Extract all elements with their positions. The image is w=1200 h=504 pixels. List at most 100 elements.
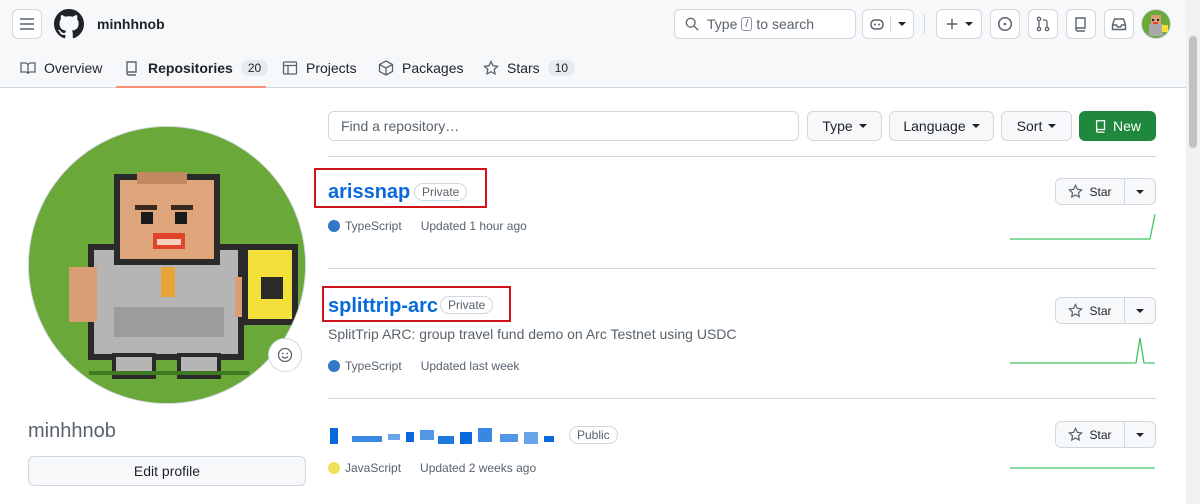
search-icon: [685, 17, 699, 31]
tab-repositories[interactable]: Repositories 20: [124, 48, 269, 88]
header-username[interactable]: minhhnob: [97, 16, 165, 32]
menu-button[interactable]: [12, 9, 42, 39]
github-logo-icon[interactable]: [54, 9, 84, 44]
create-new-button[interactable]: [936, 9, 982, 39]
repositories-button[interactable]: [1066, 9, 1096, 39]
star-icon: [483, 60, 499, 76]
tab-overview[interactable]: Overview: [20, 48, 102, 88]
repo-meta: TypeScript Updated 1 hour ago: [328, 219, 527, 233]
tab-label: Overview: [44, 60, 103, 76]
chevron-down-icon[interactable]: [891, 22, 913, 26]
chevron-down-icon: [971, 124, 980, 128]
table-icon: [282, 60, 298, 76]
plus-icon: [945, 17, 959, 31]
repo-meta: JavaScript Updated 2 weeks ago: [328, 461, 536, 475]
type-filter-button[interactable]: Type: [807, 111, 882, 141]
chevron-down-icon: [1048, 124, 1057, 128]
smiley-icon: [277, 347, 293, 363]
divider: [328, 156, 1156, 157]
repo-icon: [1094, 119, 1108, 133]
repo-icon: [124, 60, 140, 76]
find-repository-input[interactable]: Find a repository…: [328, 111, 799, 141]
star-label: Star: [1089, 184, 1112, 199]
repo-language: JavaScript: [345, 461, 402, 475]
git-pull-request-icon: [1035, 16, 1051, 32]
tab-label: Packages: [402, 60, 464, 76]
star-icon: [1068, 427, 1084, 442]
repositories-count: 20: [240, 60, 269, 76]
pull-requests-button[interactable]: [1028, 9, 1058, 39]
language-color-dot: [328, 360, 340, 372]
inbox-button[interactable]: [1104, 9, 1134, 39]
avatar[interactable]: [1141, 9, 1171, 39]
repo-updated: Updated 2 weeks ago: [420, 461, 537, 475]
visibility-badge: Public: [569, 426, 618, 444]
chevron-down-icon: [1136, 308, 1144, 313]
repo-name-link[interactable]: arissnap: [328, 181, 410, 204]
scrollbar-thumb[interactable]: [1189, 36, 1197, 148]
repo-updated: Updated 1 hour ago: [420, 219, 527, 233]
type-filter-label: Type: [822, 118, 853, 134]
star-button[interactable]: Star: [1055, 297, 1156, 324]
activity-sparkline: [1010, 467, 1155, 469]
star-list-dropdown[interactable]: [1125, 432, 1155, 437]
sort-filter-button[interactable]: Sort: [1001, 111, 1072, 141]
new-repository-button[interactable]: New: [1079, 111, 1156, 141]
global-search-input[interactable]: Type / to search: [674, 9, 856, 39]
tab-label: Stars: [507, 60, 540, 76]
language-filter-label: Language: [903, 118, 966, 134]
repo-icon: [1073, 16, 1089, 32]
repo-name-link[interactable]: splittrip-arc: [328, 295, 438, 318]
repo-language: TypeScript: [345, 359, 402, 373]
profile-avatar[interactable]: [28, 126, 306, 404]
repo-description: SplitTrip ARC: group travel fund demo on…: [328, 326, 737, 342]
chevron-down-icon: [965, 22, 973, 26]
divider: [328, 398, 1156, 399]
profile-username: minhhnob: [28, 420, 116, 442]
activity-sparkline: [1010, 213, 1156, 240]
global-header: [0, 0, 1200, 48]
sort-filter-label: Sort: [1016, 118, 1043, 134]
repo-language: TypeScript: [345, 219, 402, 233]
star-list-dropdown[interactable]: [1125, 189, 1155, 194]
stars-count: 10: [547, 60, 576, 76]
header-divider: [924, 14, 925, 34]
search-suffix: to search: [756, 16, 815, 32]
copilot-button[interactable]: [862, 9, 914, 39]
edit-profile-button[interactable]: Edit profile: [28, 456, 306, 486]
repo-updated: Updated last week: [420, 359, 520, 373]
hamburger-icon: [19, 16, 35, 32]
selected-tab-indicator: [116, 86, 266, 88]
visibility-badge: Private: [414, 183, 468, 201]
language-filter-button[interactable]: Language: [889, 111, 994, 141]
star-list-dropdown[interactable]: [1125, 308, 1155, 313]
visibility-badge: Private: [440, 296, 494, 314]
star-button[interactable]: Star: [1055, 421, 1156, 448]
search-shortcut-key: /: [741, 17, 753, 31]
obscured-repo-name[interactable]: [330, 428, 562, 446]
tab-stars[interactable]: Stars 10: [483, 48, 576, 88]
copilot-icon: [863, 16, 891, 32]
language-color-dot: [328, 462, 340, 474]
issues-button[interactable]: [990, 9, 1020, 39]
star-label: Star: [1089, 303, 1112, 318]
star-button[interactable]: Star: [1055, 178, 1156, 205]
star-icon: [1068, 303, 1084, 318]
set-status-button[interactable]: [268, 338, 302, 372]
issue-opened-icon: [997, 16, 1013, 32]
chevron-down-icon: [1136, 432, 1144, 437]
tab-projects[interactable]: Projects: [282, 48, 357, 88]
tab-label: Projects: [306, 60, 357, 76]
language-color-dot: [328, 220, 340, 232]
repo-meta: TypeScript Updated last week: [328, 359, 519, 373]
book-icon: [20, 60, 36, 76]
chevron-down-icon: [858, 124, 867, 128]
chevron-down-icon: [1136, 189, 1144, 194]
divider: [328, 268, 1156, 269]
inbox-icon: [1111, 16, 1127, 32]
package-icon: [378, 60, 394, 76]
star-label: Star: [1089, 427, 1112, 442]
tab-packages[interactable]: Packages: [378, 48, 463, 88]
activity-sparkline: [1010, 337, 1155, 364]
tab-label: Repositories: [148, 60, 233, 76]
